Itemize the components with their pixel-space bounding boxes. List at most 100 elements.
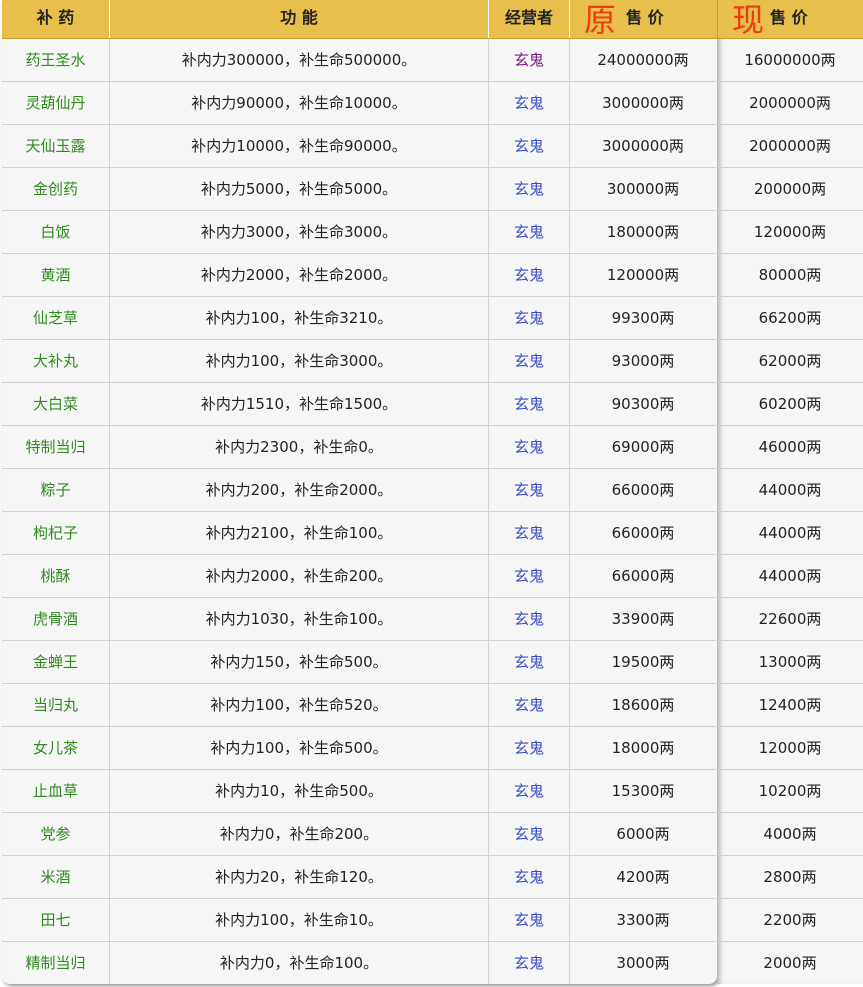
item-current-price: 2000000两 — [749, 94, 831, 112]
item-operator: 玄鬼 — [489, 254, 570, 296]
table-row: 田七 补内力100，补生命10。 玄鬼 3300两 — [2, 899, 717, 942]
header-current-label: 售 价 — [770, 8, 808, 27]
item-original-price: 99300两 — [611, 309, 675, 327]
current-price-row: 2000两 — [717, 942, 863, 984]
item-operator: 玄鬼 — [489, 39, 570, 81]
current-price-row: 2800两 — [717, 856, 863, 899]
item-current-price: 22600两 — [758, 610, 822, 628]
current-price-row: 22600两 — [717, 598, 863, 641]
item-original-price: 24000000两 — [597, 51, 689, 69]
item-name: 特制当归 — [2, 426, 110, 468]
item-original-price: 120000两 — [606, 266, 680, 284]
item-function: 补内力2300，补生命0。 — [110, 426, 489, 468]
item-operator: 玄鬼 — [489, 684, 570, 726]
item-operator: 玄鬼 — [489, 555, 570, 597]
current-price-row: 44000两 — [717, 512, 863, 555]
item-original-price: 3000000两 — [602, 137, 684, 155]
table-row: 特制当归 补内力2300，补生命0。 玄鬼 69000两 — [2, 426, 717, 469]
item-original-price: 69000两 — [611, 438, 675, 456]
item-current-price: 46000两 — [758, 438, 822, 456]
header-original-big-char: 原 — [584, 1, 617, 39]
table-row: 药王圣水 补内力300000，补生命500000。 玄鬼 24000000两 — [2, 39, 717, 82]
table-row: 党参 补内力0，补生命200。 玄鬼 6000两 — [2, 813, 717, 856]
item-original-price: 66000两 — [611, 481, 675, 499]
table-row: 天仙玉露 补内力10000，补生命90000。 玄鬼 3000000两 — [2, 125, 717, 168]
current-price-row: 16000000两 — [717, 39, 863, 82]
item-function: 补内力100，补生命3000。 — [110, 340, 489, 382]
table-body: 药王圣水 补内力300000，补生命500000。 玄鬼 24000000两 灵葫仙丹补… — [2, 39, 717, 984]
item-name: 米酒 — [2, 856, 110, 898]
item-operator: 玄鬼 — [489, 813, 570, 855]
table-row: 桃酥 补内力2000，补生命200。 玄鬼 66000两 — [2, 555, 717, 598]
current-price-row: 2000000两 — [717, 82, 863, 125]
table-row: 女儿茶 补内力100，补生命500。 玄鬼 18000两 — [2, 727, 717, 770]
item-function: 补内力2000，补生命200。 — [110, 555, 489, 597]
item-operator: 玄鬼 — [489, 383, 570, 425]
item-original-price: 4200两 — [616, 868, 670, 886]
item-name: 仙芝草 — [2, 297, 110, 339]
current-price-column: 现 售 价 16000000两 2000000两 2000000两 200000两 12… — [717, 0, 863, 984]
table-row: 当归丸 补内力100，补生命520。 玄鬼 18600两 — [2, 684, 717, 727]
current-price-row: 10200两 — [717, 770, 863, 813]
item-current-price: 2000两 — [763, 954, 817, 972]
item-original-price: 33900两 — [611, 610, 675, 628]
item-original-price: 18600两 — [611, 696, 675, 714]
item-current-price: 66200两 — [758, 309, 822, 327]
item-current-price: 2000000两 — [749, 137, 831, 155]
item-original-price: 3000000两 — [602, 94, 684, 112]
item-current-price: 13000两 — [758, 653, 822, 671]
item-current-price: 44000两 — [758, 481, 822, 499]
item-original-price: 6000两 — [616, 825, 670, 843]
item-function: 补内力3000，补生命3000。 — [110, 211, 489, 253]
current-price-row: 44000两 — [717, 555, 863, 598]
header-current-price: 现 售 价 — [718, 0, 863, 39]
item-function: 补内力1030，补生命100。 — [110, 598, 489, 640]
item-name: 黄酒 — [2, 254, 110, 296]
item-current-price: 60200两 — [758, 395, 822, 413]
item-function: 补内力1510，补生命1500。 — [110, 383, 489, 425]
item-current-price: 12000两 — [758, 739, 822, 757]
current-price-row: 44000两 — [717, 469, 863, 512]
item-current-price: 10200两 — [758, 782, 822, 800]
item-operator: 玄鬼 — [489, 598, 570, 640]
item-name: 灵葫仙丹 — [2, 82, 110, 124]
item-operator: 玄鬼 — [489, 211, 570, 253]
item-function: 补内力300000，补生命500000。 — [110, 39, 489, 81]
item-original-price: 19500两 — [611, 653, 675, 671]
item-current-price: 200000两 — [753, 180, 827, 198]
current-price-row: 2200两 — [717, 899, 863, 942]
current-price-row: 66200两 — [717, 297, 863, 340]
item-current-price: 44000两 — [758, 567, 822, 585]
item-operator: 玄鬼 — [489, 297, 570, 339]
current-price-row: 120000两 — [717, 211, 863, 254]
table-row: 精制当归 补内力0，补生命100。 玄鬼 3000两 — [2, 942, 717, 984]
item-current-price: 2800两 — [763, 868, 817, 886]
header-name: 补 药 — [2, 0, 110, 38]
item-operator: 玄鬼 — [489, 770, 570, 812]
header-original-price: 原 售 价 — [570, 0, 717, 39]
item-operator: 玄鬼 — [489, 340, 570, 382]
item-name: 粽子 — [2, 469, 110, 511]
item-name: 止血草 — [2, 770, 110, 812]
item-function: 补内力150，补生命500。 — [110, 641, 489, 683]
item-operator: 玄鬼 — [489, 469, 570, 511]
current-price-row: 12400两 — [717, 684, 863, 727]
item-operator: 玄鬼 — [489, 727, 570, 769]
table-row: 灵葫仙丹 补内力90000，补生命10000。 玄鬼 3000000两 — [2, 82, 717, 125]
item-original-price: 180000两 — [606, 223, 680, 241]
item-function: 补内力90000，补生命10000。 — [110, 82, 489, 124]
item-current-price: 16000000两 — [744, 51, 836, 69]
item-name: 大白菜 — [2, 383, 110, 425]
item-original-price: 18000两 — [611, 739, 675, 757]
item-original-price: 15300两 — [611, 782, 675, 800]
item-operator: 玄鬼 — [489, 426, 570, 468]
item-function: 补内力10，补生命500。 — [110, 770, 489, 812]
current-price-row: 13000两 — [717, 641, 863, 684]
item-name: 女儿茶 — [2, 727, 110, 769]
item-name: 枸杞子 — [2, 512, 110, 554]
item-original-price: 300000两 — [606, 180, 680, 198]
item-current-price: 2200两 — [763, 911, 817, 929]
item-function: 补内力200，补生命2000。 — [110, 469, 489, 511]
item-operator: 玄鬼 — [489, 856, 570, 898]
item-operator: 玄鬼 — [489, 942, 570, 984]
